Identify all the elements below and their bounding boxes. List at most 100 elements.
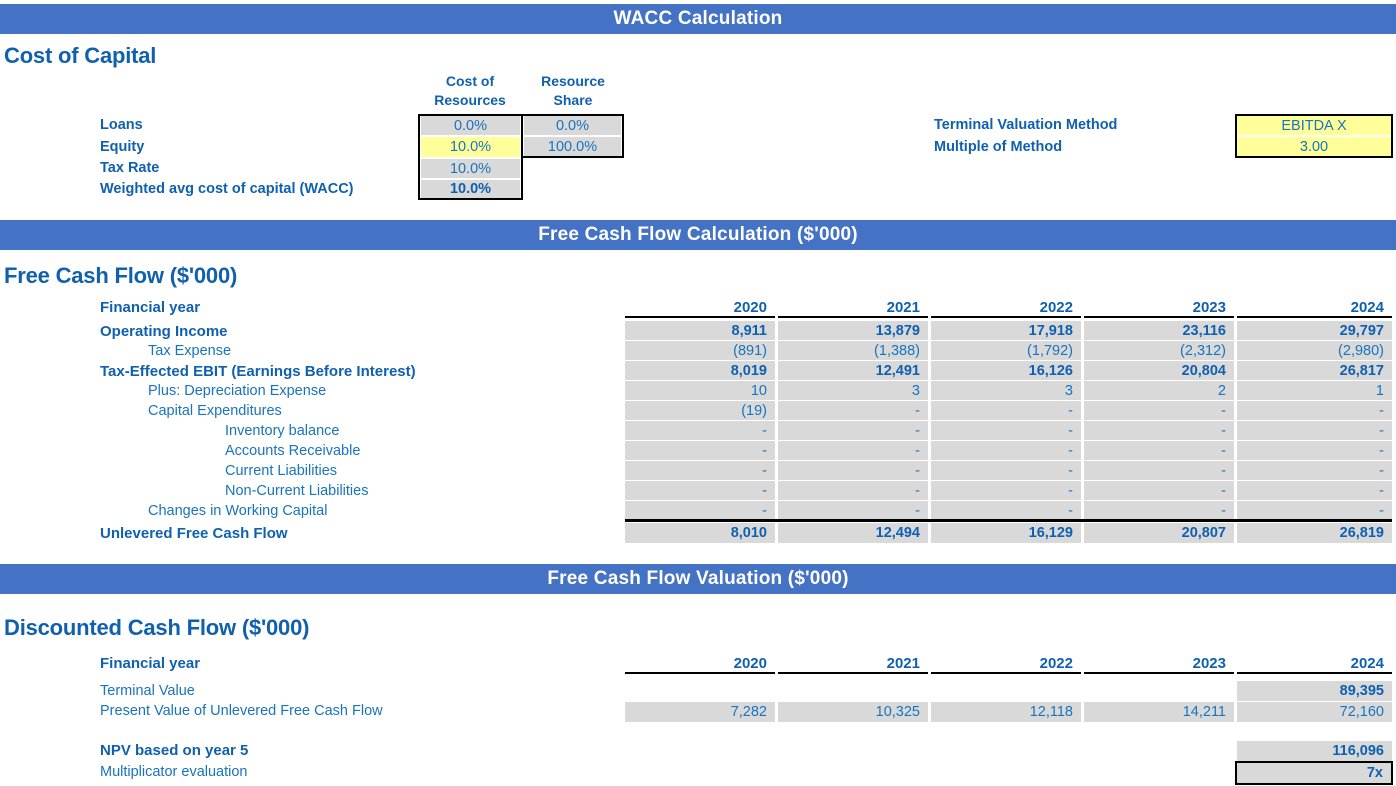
cell-fcf-value: - <box>778 481 928 500</box>
cell-fcf-value: 3 <box>931 381 1081 400</box>
column-header-cost-of-resources-line1: Cost of <box>445 73 495 89</box>
cell-loans-share[interactable]: 0.0% <box>524 116 621 135</box>
cell-fcf-value: (19) <box>625 401 775 420</box>
cell-fcf-value: - <box>625 441 775 460</box>
label-fcf-row: Capital Expenditures <box>148 403 282 419</box>
cell-fcf-value: - <box>931 481 1081 500</box>
label-fcf-row: Changes in Working Capital <box>148 503 328 519</box>
cell-fcf-value: 8,019 <box>625 361 775 380</box>
label-tax-rate: Tax Rate <box>100 160 160 176</box>
fcf-year-header-2021: 2021 <box>778 296 928 318</box>
cell-fcf-value: 20,804 <box>1084 361 1234 380</box>
banner-wacc-calculation: WACC Calculation <box>0 4 1396 34</box>
cell-npv-value: 116,096 <box>1237 741 1392 761</box>
cell-fcf-value: (1,792) <box>931 341 1081 360</box>
cell-fcf-value: - <box>1084 441 1234 460</box>
cell-fcf-value: - <box>931 401 1081 420</box>
cell-fcf-value: - <box>625 481 775 500</box>
cell-multiple-of-method[interactable]: 3.00 <box>1237 137 1391 156</box>
cell-fcf-value: - <box>931 421 1081 440</box>
cell-fcf-value: - <box>1084 481 1234 500</box>
column-header-resource-share: Resource Share <box>523 72 623 110</box>
cell-fcf-value: - <box>1237 401 1392 420</box>
label-npv-based-on-year-5: NPV based on year 5 <box>100 742 249 759</box>
cell-unlevered-fcf-2021: 12,494 <box>778 523 928 543</box>
fcf-year-header-2022: 2022 <box>931 296 1081 318</box>
banner-free-cash-flow-valuation: Free Cash Flow Valuation ($'000) <box>0 564 1396 594</box>
cell-fcf-value: - <box>778 421 928 440</box>
cell-wacc-value: 10.0% <box>421 180 520 198</box>
cell-pv-unlevered-fcf-2022: 12,118 <box>931 702 1081 722</box>
column-header-cost-of-resources: Cost of Resources <box>419 72 521 110</box>
cell-fcf-value: 8,911 <box>625 321 775 340</box>
cell-fcf-value: 17,918 <box>931 321 1081 340</box>
label-fcf-row: Inventory balance <box>225 423 340 439</box>
label-fcf-row: Plus: Depreciation Expense <box>148 383 327 399</box>
cell-fcf-value: - <box>625 501 775 520</box>
cell-fcf-value: - <box>778 441 928 460</box>
label-terminal-valuation-method: Terminal Valuation Method <box>934 117 1118 133</box>
cell-fcf-value: - <box>625 461 775 480</box>
label-fcf-row: Tax Expense <box>148 343 232 359</box>
label-unlevered-free-cash-flow: Unlevered Free Cash Flow <box>100 525 288 542</box>
label-fcf-row: Operating Income <box>100 323 228 340</box>
cell-fcf-value: 13,879 <box>778 321 928 340</box>
cell-terminal-value-2024: 89,395 <box>1237 681 1392 701</box>
label-terminal-value: Terminal Value <box>100 683 195 699</box>
spreadsheet-page: WACC Calculation Cost of Capital Cost of… <box>0 0 1396 786</box>
dcf-year-header-2022: 2022 <box>931 652 1081 674</box>
cell-fcf-value: 26,817 <box>1237 361 1392 380</box>
label-multiple-of-method: Multiple of Method <box>934 139 1063 155</box>
cell-fcf-value: 3 <box>778 381 928 400</box>
section-title-cost-of-capital: Cost of Capital <box>4 43 157 68</box>
cell-fcf-value: - <box>1237 421 1392 440</box>
cell-unlevered-fcf-2020: 8,010 <box>625 523 775 543</box>
cell-fcf-value: - <box>1084 501 1234 520</box>
cell-fcf-value: - <box>931 461 1081 480</box>
cell-tax-rate[interactable]: 10.0% <box>421 159 520 178</box>
banner-free-cash-flow-calculation: Free Cash Flow Calculation ($'000) <box>0 220 1396 250</box>
cell-fcf-value: - <box>778 461 928 480</box>
label-equity: Equity <box>100 139 145 155</box>
fcf-year-header-2023: 2023 <box>1084 296 1234 318</box>
cell-fcf-value: 10 <box>625 381 775 400</box>
cell-fcf-value: - <box>1084 401 1234 420</box>
column-header-cost-of-resources-line2: Resources <box>434 92 506 108</box>
cell-unlevered-fcf-2022: 16,129 <box>931 523 1081 543</box>
cell-pv-unlevered-fcf-2020: 7,282 <box>625 702 775 722</box>
cell-equity-share[interactable]: 100.0% <box>524 137 621 156</box>
label-fcf-row: Current Liabilities <box>225 463 338 479</box>
label-fcf-row: Accounts Receivable <box>225 443 361 459</box>
label-fcf-row: Tax-Effected EBIT (Earnings Before Inter… <box>100 363 416 380</box>
label-fcf-financial-year: Financial year <box>100 299 201 316</box>
cell-fcf-value: - <box>931 441 1081 460</box>
cell-fcf-value: - <box>1237 481 1392 500</box>
cell-fcf-value: - <box>1237 441 1392 460</box>
cell-fcf-value: - <box>1084 461 1234 480</box>
cell-fcf-value: - <box>1237 501 1392 520</box>
cell-equity-cost[interactable]: 10.0% <box>421 137 520 157</box>
cell-fcf-value: - <box>931 501 1081 520</box>
cell-fcf-value: - <box>778 501 928 520</box>
label-loans: Loans <box>100 117 143 133</box>
cell-fcf-value: 29,797 <box>1237 321 1392 340</box>
cell-fcf-value: (1,388) <box>778 341 928 360</box>
dcf-year-header-2021: 2021 <box>778 652 928 674</box>
cell-fcf-value: - <box>625 421 775 440</box>
column-header-resource-share-line2: Share <box>553 92 593 108</box>
cell-unlevered-fcf-2024: 26,819 <box>1237 523 1392 543</box>
cell-pv-unlevered-fcf-2023: 14,211 <box>1084 702 1234 722</box>
cell-terminal-valuation-method[interactable]: EBITDA X <box>1237 116 1391 135</box>
cell-fcf-value: (2,980) <box>1237 341 1392 360</box>
label-multiplicator-evaluation: Multiplicator evaluation <box>100 764 248 780</box>
dcf-year-header-2024: 2024 <box>1237 652 1392 674</box>
cell-loans-cost[interactable]: 0.0% <box>421 116 520 135</box>
cell-fcf-value: (2,312) <box>1084 341 1234 360</box>
cell-fcf-value: 12,491 <box>778 361 928 380</box>
cell-fcf-value: - <box>1237 461 1392 480</box>
label-wacc: Weighted avg cost of capital (WACC) <box>100 181 354 197</box>
label-fcf-row: Non-Current Liabilities <box>225 483 369 499</box>
column-header-resource-share-line1: Resource <box>541 73 605 89</box>
label-present-value-unlevered-fcf: Present Value of Unlevered Free Cash Flo… <box>100 703 383 719</box>
section-title-free-cash-flow: Free Cash Flow ($'000) <box>4 263 238 288</box>
